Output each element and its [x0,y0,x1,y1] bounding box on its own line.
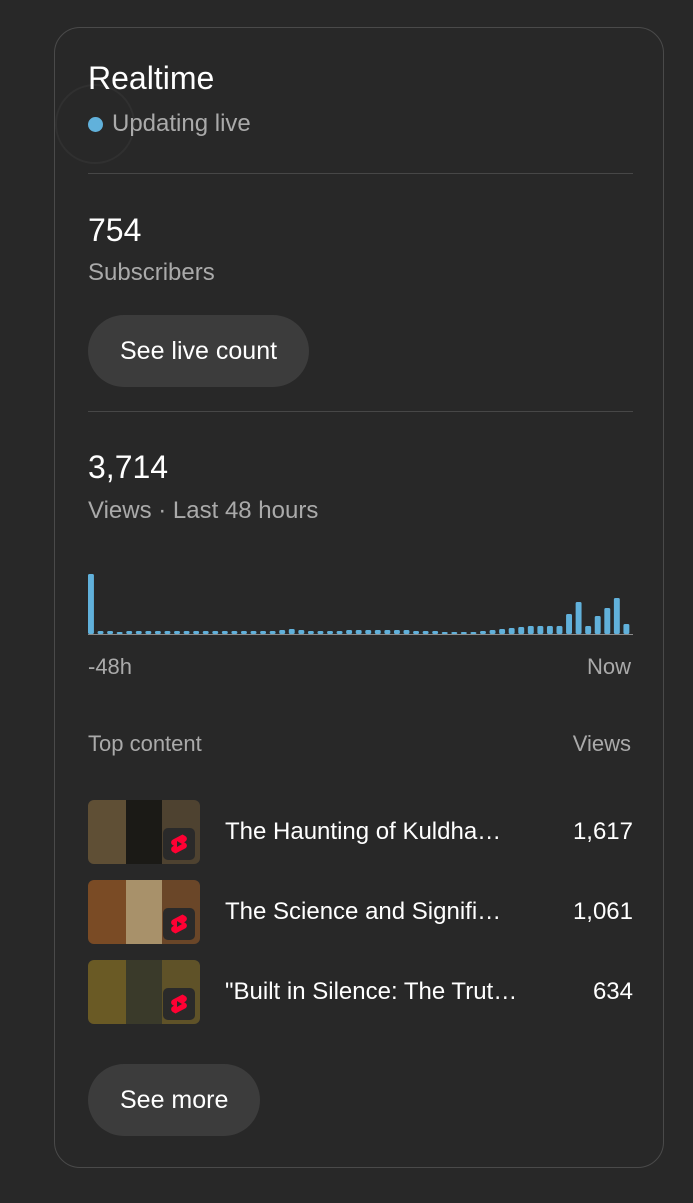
views-label: Views · Last 48 hours [88,497,319,524]
chart-bar [307,631,314,634]
views-column-heading: Views [572,731,631,756]
chart-bar [556,626,563,634]
chart-bar [585,626,592,634]
chart-bar [499,629,506,634]
chart-bar [126,631,133,634]
chart-bar [470,632,477,634]
chart-bar [374,630,381,634]
see-live-count-button[interactable]: See live count [88,315,310,387]
chart-bar [546,626,553,634]
chart-bar [537,626,544,634]
chart-x-start-label: -48h [88,654,133,679]
chart-bar [451,632,458,634]
chart-bar [594,616,601,634]
chart-bar [384,630,391,634]
chart-bar [489,630,496,634]
chart-bar [183,631,190,634]
chart-bar [107,631,114,634]
chart-x-end-label: Now [586,654,631,679]
chart-bar [193,631,200,634]
chart-bar [441,632,448,634]
chart-bar [164,631,171,634]
live-status-label: Updating live [112,110,251,137]
thumbnail-left-blur [88,800,126,864]
chart-bar [346,630,353,634]
video-views: 634 [592,978,633,1005]
chart-bar [336,631,343,634]
chart-bar [88,574,94,634]
chart-bar [298,630,305,634]
chart-bar [527,626,534,634]
top-content-row[interactable]: "Built in Silence: The Trut… 634 [88,960,633,1024]
realtime-card: Realtime Updating live 754 Subscribers S… [54,27,664,1168]
chart-bar [231,631,238,634]
thumbnail-left-blur [88,960,126,1024]
thumbnail-frame [126,960,162,1024]
chart-bar [212,631,219,634]
live-dot-icon [88,116,103,132]
chart-bar [97,631,104,634]
chart-bar [288,629,295,634]
shorts-icon [163,908,195,940]
chart-bar [154,631,161,634]
chart-bar [460,632,467,634]
chart-bar [250,631,257,634]
video-views: 1,617 [572,818,633,845]
see-more-button[interactable]: See more [88,1064,261,1136]
shorts-icon [163,828,195,860]
chart-bar [317,631,324,634]
chart-bar [518,627,525,634]
chart-bar [260,631,267,634]
chart-bar [327,631,333,634]
top-content-row[interactable]: The Haunting of Kuldha… 1,617 [88,800,633,864]
chart-bar [174,631,180,634]
chart-bar [279,630,286,634]
chart-bar [566,614,572,634]
chart-bar [116,632,123,634]
chart-bar [508,628,515,634]
chart-bar [403,630,410,634]
video-title: The Haunting of Kuldha… [225,818,502,845]
views-count: 3,714 [88,449,169,485]
video-title: "Built in Silence: The Trut… [225,978,518,1005]
video-thumbnail [88,800,200,864]
thumbnail-frame [126,800,162,864]
chart-bar [145,631,152,634]
views-bar-chart [88,574,633,635]
chart-bar [240,631,247,634]
subscriber-count: 754 [88,212,142,248]
video-thumbnail [88,880,200,944]
chart-bar [623,624,630,634]
video-thumbnail [88,960,200,1024]
chart-bar [432,631,439,634]
subscribers-label: Subscribers [88,259,215,286]
chart-bar [355,630,362,634]
chart-bar [575,602,582,634]
chart-bar [365,630,372,634]
chart-bar [221,631,228,634]
shorts-icon [163,988,195,1020]
top-content-row[interactable]: The Science and Signifi… 1,061 [88,880,633,944]
video-title: The Science and Signifi… [225,898,502,925]
divider [88,411,633,412]
chart-bar [202,631,209,634]
chart-bar [393,630,400,634]
chart-bar [480,631,486,634]
top-content-heading: Top content [88,731,202,756]
video-views: 1,061 [572,898,633,925]
chart-bar [613,598,620,634]
chart-bar [135,631,142,634]
chart-bar [269,631,276,634]
chart-bar [413,631,420,634]
divider [88,173,633,174]
chart-bar [422,631,429,634]
thumbnail-left-blur [88,880,126,944]
thumbnail-frame [126,880,162,944]
card-title: Realtime [88,60,215,96]
live-status: Updating live [88,110,251,138]
chart-bar [604,608,611,634]
